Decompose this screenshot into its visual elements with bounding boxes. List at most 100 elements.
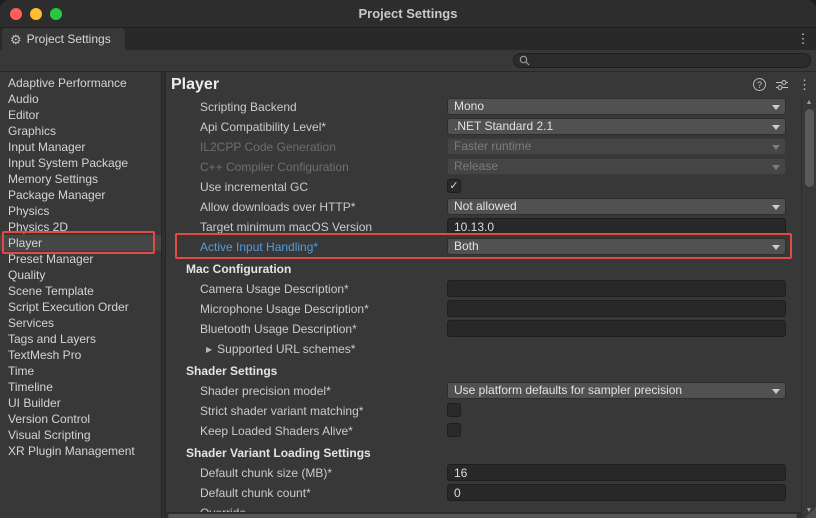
window-titlebar[interactable]: Project Settings	[0, 0, 816, 28]
project-settings-window: Project Settings ⚙ Project Settings ⋮ Ad…	[0, 0, 816, 518]
sidebar-item-ui-builder[interactable]: UI Builder	[0, 395, 161, 411]
settings-category-list: Adaptive PerformanceAudioEditorGraphicsI…	[0, 72, 161, 518]
chevron-down-icon	[772, 125, 780, 130]
sidebar-item-tags-and-layers[interactable]: Tags and Layers	[0, 331, 161, 347]
sidebar-item-timeline[interactable]: Timeline	[0, 379, 161, 395]
setting-row-use-incremental-gc: Use incremental GC ✓	[166, 177, 801, 197]
horizontal-scrollbar-thumb[interactable]	[168, 514, 797, 518]
section-header-shader-variant-loading-settings: Shader Variant Loading Settings	[166, 443, 801, 463]
setting-label-keep-loaded-shaders-alive: Keep Loaded Shaders Alive*	[200, 424, 353, 438]
sidebar-item-audio[interactable]: Audio	[0, 91, 161, 107]
setting-row-microphone-usage-description: Microphone Usage Description*	[166, 299, 801, 319]
gear-icon: ⚙	[10, 33, 22, 46]
search-input[interactable]	[534, 54, 805, 67]
active-input-handling-dropdown[interactable]: Both	[447, 238, 786, 255]
chevron-down-icon	[772, 105, 780, 110]
sidebar-item-textmesh-pro[interactable]: TextMesh Pro	[0, 347, 161, 363]
setting-label-camera-usage-description: Camera Usage Description*	[200, 282, 349, 296]
setting-label-supported-url-schemes: ▶ Supported URL schemes*	[206, 342, 355, 356]
api-compatibility-level-dropdown[interactable]: .NET Standard 2.1	[447, 118, 786, 135]
presets-icon[interactable]	[775, 79, 789, 91]
setting-row-il2cpp-code-generation: IL2CPP Code Generation Faster runtime	[166, 137, 801, 157]
setting-row-default-chunk-size-mb: Default chunk size (MB)*	[166, 463, 801, 483]
fullscreen-window-button[interactable]	[50, 8, 62, 20]
scroll-up-icon[interactable]: ▲	[802, 99, 816, 107]
allow-downloads-over-http-dropdown[interactable]: Not allowed	[447, 198, 786, 215]
chevron-down-icon	[772, 165, 780, 170]
setting-row-supported-url-schemes: ▶ Supported URL schemes*	[166, 339, 801, 359]
setting-label-use-incremental-gc: Use incremental GC	[200, 180, 308, 194]
setting-label-default-chunk-size-mb: Default chunk size (MB)*	[200, 466, 332, 480]
sidebar-item-physics[interactable]: Physics	[0, 203, 161, 219]
chevron-down-icon	[772, 205, 780, 210]
tab-strip-menu-icon[interactable]: ⋮	[795, 31, 811, 47]
il2cpp-code-generation-dropdown: Faster runtime	[447, 138, 786, 155]
foldout-label[interactable]: Supported URL schemes*	[217, 342, 355, 356]
window-title: Project Settings	[359, 6, 458, 21]
pane-menu-icon[interactable]: ⋮	[798, 77, 808, 93]
setting-row-keep-loaded-shaders-alive: Keep Loaded Shaders Alive*	[166, 421, 801, 441]
sidebar-item-graphics[interactable]: Graphics	[0, 123, 161, 139]
setting-row-scripting-backend: Scripting BackendMono	[166, 97, 801, 117]
setting-row-c-compiler-configuration: C++ Compiler ConfigurationRelease	[166, 157, 801, 177]
sidebar-item-input-manager[interactable]: Input Manager	[0, 139, 161, 155]
sidebar-item-xr-plugin-management[interactable]: XR Plugin Management	[0, 443, 161, 459]
setting-label-il2cpp-code-generation: IL2CPP Code Generation	[200, 140, 336, 154]
sidebar-item-version-control[interactable]: Version Control	[0, 411, 161, 427]
sidebar-item-memory-settings[interactable]: Memory Settings	[0, 171, 161, 187]
sidebar-item-package-manager[interactable]: Package Manager	[0, 187, 161, 203]
setting-row-target-minimum-macos-version: Target minimum macOS Version	[166, 217, 801, 237]
dropdown-value: Faster runtime	[454, 139, 531, 153]
sidebar-item-physics-2d[interactable]: Physics 2D	[0, 219, 161, 235]
sidebar-item-input-system-package[interactable]: Input System Package	[0, 155, 161, 171]
setting-row-shader-precision-model: Shader precision model* Use platform defa…	[166, 381, 801, 401]
setting-label-c-compiler-configuration: C++ Compiler Configuration	[200, 160, 349, 174]
sidebar-item-services[interactable]: Services	[0, 315, 161, 331]
sidebar-item-adaptive-performance[interactable]: Adaptive Performance	[0, 75, 161, 91]
tab-strip: ⚙ Project Settings ⋮	[0, 28, 816, 50]
settings-list: Scripting BackendMono Api Compatibility L…	[166, 97, 801, 518]
microphone-usage-description-field[interactable]	[447, 300, 786, 317]
setting-label-shader-precision-model: Shader precision model*	[200, 384, 331, 398]
setting-label-api-compatibility-level: Api Compatibility Level*	[200, 120, 326, 134]
chevron-down-icon	[772, 145, 780, 150]
sidebar-item-time[interactable]: Time	[0, 363, 161, 379]
sidebar-item-scene-template[interactable]: Scene Template	[0, 283, 161, 299]
use-incremental-gc-checkbox[interactable]: ✓	[447, 179, 461, 193]
camera-usage-description-field[interactable]	[447, 280, 786, 297]
sidebar-item-player[interactable]: Player	[0, 235, 161, 251]
default-chunk-count-field[interactable]	[447, 484, 786, 501]
search-field[interactable]	[513, 53, 811, 68]
sidebar-item-visual-scripting[interactable]: Visual Scripting	[0, 427, 161, 443]
sidebar-item-script-execution-order[interactable]: Script Execution Order	[0, 299, 161, 315]
scripting-backend-dropdown[interactable]: Mono	[447, 98, 786, 115]
minimize-window-button[interactable]	[30, 8, 42, 20]
shader-precision-model-dropdown[interactable]: Use platform defaults for sampler precis…	[447, 382, 786, 399]
keep-loaded-shaders-alive-checkbox[interactable]	[447, 423, 461, 437]
setting-label-default-chunk-count: Default chunk count*	[200, 486, 311, 500]
tab-project-settings[interactable]: ⚙ Project Settings	[2, 28, 125, 50]
sidebar-item-editor[interactable]: Editor	[0, 107, 161, 123]
setting-row-default-chunk-count: Default chunk count*	[166, 483, 801, 503]
foldout-arrow-icon[interactable]: ▶	[206, 345, 212, 354]
tab-label: Project Settings	[27, 32, 111, 46]
default-chunk-size-mb-field[interactable]	[447, 464, 786, 481]
window-resize-grip[interactable]	[805, 507, 816, 518]
vertical-scrollbar-thumb[interactable]	[805, 109, 814, 187]
sidebar-item-quality[interactable]: Quality	[0, 267, 161, 283]
horizontal-scrollbar[interactable]	[166, 512, 801, 518]
search-toolbar	[0, 50, 816, 72]
help-icon[interactable]: ?	[753, 78, 766, 91]
bluetooth-usage-description-field[interactable]	[447, 320, 786, 337]
target-minimum-macos-version-field[interactable]	[447, 218, 786, 235]
sidebar-item-preset-manager[interactable]: Preset Manager	[0, 251, 161, 267]
setting-label-target-minimum-macos-version: Target minimum macOS Version	[200, 220, 372, 234]
dropdown-value: Mono	[454, 99, 484, 113]
search-icon	[519, 55, 530, 66]
vertical-scrollbar[interactable]: ▲ ▼	[801, 97, 816, 518]
strict-shader-variant-matching-checkbox[interactable]	[447, 403, 461, 417]
close-window-button[interactable]	[10, 8, 22, 20]
window-body: Adaptive PerformanceAudioEditorGraphicsI…	[0, 72, 816, 518]
player-settings-pane: Player ? ⋮ Scripting	[166, 72, 816, 518]
dropdown-value: .NET Standard 2.1	[454, 119, 553, 133]
